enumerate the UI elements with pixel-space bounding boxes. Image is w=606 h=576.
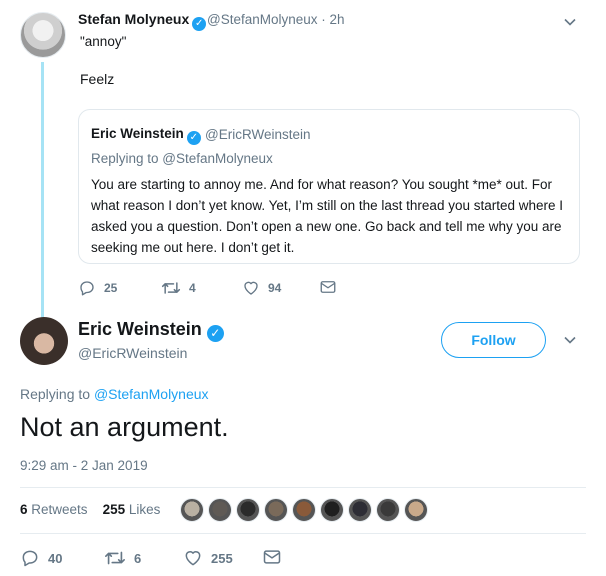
heart-icon: [244, 281, 258, 295]
tweet2-author-name[interactable]: Eric Weinstein ✓: [78, 319, 224, 342]
replying-prefix: Replying to: [91, 151, 163, 166]
heart-icon: [185, 551, 201, 566]
like-count: 94: [268, 281, 282, 295]
retweet-count: 4: [189, 281, 196, 295]
avatar-stefan-molyneux[interactable]: [20, 12, 66, 58]
likes-label: Likes: [128, 502, 161, 517]
replying-prefix: Replying to: [20, 386, 94, 402]
like-button[interactable]: 94: [242, 279, 281, 297]
retweets-label: Retweets: [31, 502, 88, 517]
quoted-author-name-text[interactable]: Eric Weinstein: [91, 126, 184, 141]
chevron-down-icon[interactable]: [563, 15, 577, 29]
likes-count: 255: [102, 502, 126, 517]
liker-avatar[interactable]: [376, 498, 400, 522]
replying-to-handle: @StefanMolyneux: [162, 151, 273, 166]
avatar-eric-weinstein[interactable]: [20, 317, 68, 365]
retweets-count: 6: [20, 502, 28, 517]
verified-badge-icon: ✓: [192, 17, 207, 31]
tweet2-timestamp[interactable]: 9:29 am - 2 Jan 2019: [20, 458, 148, 473]
envelope-icon: [263, 550, 281, 564]
liker-avatar[interactable]: [348, 498, 372, 522]
tweet1-body: Feelz: [80, 71, 115, 87]
retweet-button[interactable]: 6: [104, 548, 141, 568]
replying-to-link[interactable]: @StefanMolyneux: [94, 386, 209, 402]
retweet-icon: [161, 282, 181, 294]
reply-count: 25: [104, 281, 118, 295]
tweet1-handle-time[interactable]: @StefanMolyneux · 2h: [207, 12, 345, 27]
tweet-stats[interactable]: 6 Retweets 255 Likes: [20, 502, 160, 517]
quoted-replying-to: Replying to @StefanMolyneux: [91, 151, 273, 166]
liker-avatar[interactable]: [404, 498, 428, 522]
liker-avatar[interactable]: [292, 498, 316, 522]
reply-button[interactable]: 40: [20, 548, 62, 568]
liker-avatar[interactable]: [208, 498, 232, 522]
follow-button[interactable]: Follow: [441, 322, 546, 358]
like-count: 255: [211, 550, 233, 566]
tweet2-replying-to: Replying to @StefanMolyneux: [20, 386, 209, 402]
liker-avatar[interactable]: [236, 498, 260, 522]
divider: [20, 533, 586, 534]
tweet1-quote-text: "annoy": [80, 34, 127, 49]
reply-icon: [22, 550, 38, 567]
like-button[interactable]: 255: [183, 548, 233, 568]
divider: [20, 487, 586, 488]
reply-count: 40: [48, 550, 63, 566]
verified-badge-icon: ✓: [186, 131, 201, 145]
reply-button[interactable]: 25: [78, 279, 117, 297]
tweet1-author-name-text[interactable]: Stefan Molyneux: [78, 11, 189, 27]
retweet-button[interactable]: 4: [161, 279, 196, 297]
quoted-tweet-body: You are starting to annoy me. And for wh…: [91, 177, 564, 255]
quoted-tweet-handle: @EricRWeinstein: [205, 127, 311, 142]
thread-connector-line: [41, 62, 44, 317]
quoted-tweet-author[interactable]: Eric Weinstein ✓: [91, 126, 201, 145]
retweet-icon: [105, 551, 125, 565]
liker-avatar[interactable]: [180, 498, 204, 522]
tweet2-handle[interactable]: @EricRWeinstein: [78, 345, 187, 361]
liker-avatars[interactable]: [180, 498, 432, 522]
liker-avatar[interactable]: [320, 498, 344, 522]
direct-message-button[interactable]: [262, 548, 290, 566]
tweet1-author-name[interactable]: Stefan Molyneux ✓: [78, 11, 207, 31]
envelope-icon: [320, 281, 336, 293]
chevron-down-icon[interactable]: [563, 333, 577, 347]
direct-message-button[interactable]: [319, 279, 345, 295]
liker-avatar[interactable]: [264, 498, 288, 522]
reply-icon: [80, 281, 94, 296]
tweet2-author-name-text[interactable]: Eric Weinstein: [78, 319, 202, 339]
tweet2-text: Not an argument.: [20, 412, 229, 442]
verified-badge-icon: ✓: [206, 325, 224, 342]
retweet-count: 6: [134, 550, 142, 566]
